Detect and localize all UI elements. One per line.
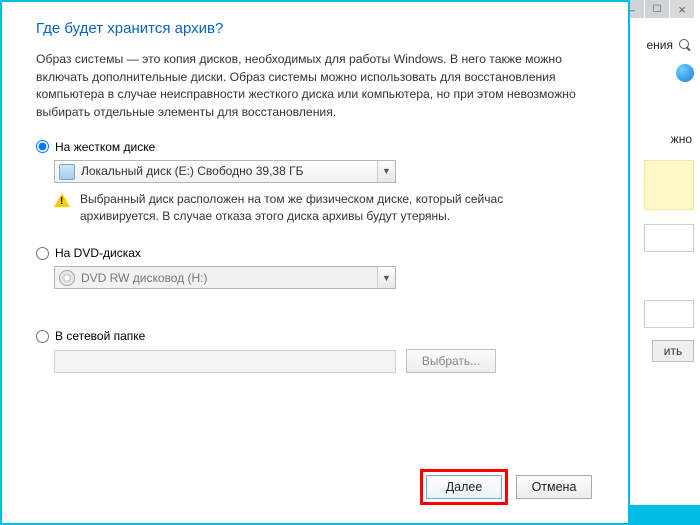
radio-dvd-label: На DVD-дисках bbox=[55, 246, 141, 260]
bg-note-panel bbox=[644, 160, 694, 210]
hdd-combo[interactable]: Локальный диск (E:) Свободно 39,38 ГБ ▼ bbox=[54, 160, 396, 183]
search-icon[interactable] bbox=[679, 39, 692, 52]
dialog-footer: Далее Отмена bbox=[420, 469, 592, 505]
radio-network-input[interactable] bbox=[36, 330, 49, 343]
highlight-box: Далее bbox=[420, 469, 508, 505]
globe-icon bbox=[676, 64, 694, 82]
warning-icon bbox=[54, 193, 70, 207]
hdd-combo-value: Локальный диск (E:) Свободно 39,38 ГБ bbox=[81, 164, 303, 178]
bg-text-fragment: ения bbox=[627, 36, 694, 54]
background-window: ения жно ить bbox=[625, 0, 700, 525]
bg-field-1 bbox=[644, 224, 694, 252]
radio-hdd-label: На жестком диске bbox=[55, 140, 155, 154]
backup-location-dialog: Где будет хранится архив? Образ системы … bbox=[0, 0, 630, 525]
radio-network-label: В сетевой папке bbox=[55, 329, 145, 343]
option-dvd: На DVD-дисках DVD RW дисковод (H:) ▼ bbox=[36, 246, 604, 289]
dialog-title: Где будет хранится архив? bbox=[36, 20, 616, 37]
bg-maximize-button[interactable] bbox=[645, 0, 669, 18]
network-path-input bbox=[54, 350, 396, 373]
hdd-icon bbox=[59, 164, 75, 180]
bg-button-fragment[interactable]: ить bbox=[652, 340, 694, 362]
hdd-warning: Выбранный диск расположен на том же физи… bbox=[54, 191, 574, 225]
next-button[interactable]: Далее bbox=[426, 475, 502, 499]
bg-field-2 bbox=[644, 300, 694, 328]
bg-text-fragment-2: жно bbox=[627, 130, 694, 148]
chevron-down-icon[interactable]: ▼ bbox=[377, 161, 395, 182]
radio-hdd-input[interactable] bbox=[36, 140, 49, 153]
option-hdd: На жестком диске Локальный диск (E:) Сво… bbox=[36, 140, 604, 225]
cancel-button[interactable]: Отмена bbox=[516, 475, 592, 499]
hdd-warning-text: Выбранный диск расположен на том же физи… bbox=[80, 191, 574, 225]
radio-network[interactable]: В сетевой папке bbox=[36, 329, 604, 343]
dialog-description: Образ системы — это копия дисков, необхо… bbox=[36, 51, 608, 122]
radio-dvd[interactable]: На DVD-дисках bbox=[36, 246, 604, 260]
radio-hdd[interactable]: На жестком диске bbox=[36, 140, 604, 154]
dvd-combo[interactable]: DVD RW дисковод (H:) ▼ bbox=[54, 266, 396, 289]
browse-button: Выбрать... bbox=[406, 349, 496, 373]
chevron-down-icon[interactable]: ▼ bbox=[377, 267, 395, 288]
radio-dvd-input[interactable] bbox=[36, 247, 49, 260]
taskbar-fragment bbox=[625, 505, 700, 525]
window-controls bbox=[620, 0, 694, 18]
dvd-combo-value: DVD RW дисковод (H:) bbox=[81, 271, 208, 285]
option-network: В сетевой папке Выбрать... bbox=[36, 329, 604, 373]
dvd-icon bbox=[59, 270, 75, 286]
bg-close-button[interactable] bbox=[670, 0, 694, 18]
